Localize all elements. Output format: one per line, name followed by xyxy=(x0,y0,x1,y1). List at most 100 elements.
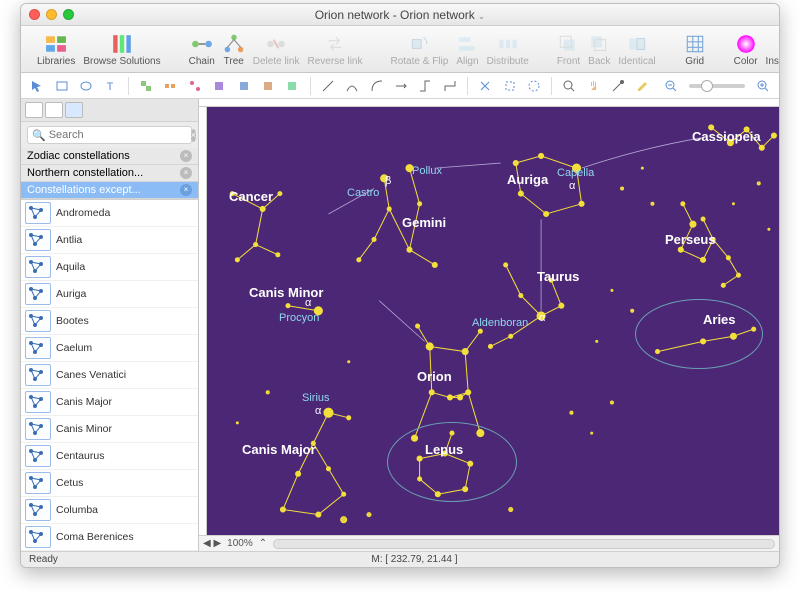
shape-thumb xyxy=(25,202,51,224)
label-procyon: Procyon xyxy=(279,312,319,324)
hscrollbar[interactable] xyxy=(273,539,775,549)
zoom-in-icon[interactable] xyxy=(753,76,773,96)
snap-tool-3[interactable] xyxy=(524,76,544,96)
category-row[interactable]: Zodiac constellations× xyxy=(21,148,198,165)
ellipse-tool[interactable] xyxy=(76,76,96,96)
snap-tool-2[interactable] xyxy=(499,76,519,96)
minimize-icon[interactable] xyxy=(46,9,57,20)
shape-item[interactable]: Centaurus xyxy=(21,443,198,470)
text-tool[interactable]: T xyxy=(100,76,120,96)
line-tool[interactable] xyxy=(317,76,337,96)
search-input[interactable] xyxy=(49,129,191,141)
label-aldenboran: Aldenboran xyxy=(472,317,528,329)
close-icon[interactable]: × xyxy=(180,167,192,179)
front-button[interactable]: Front xyxy=(553,33,584,67)
view-search-button[interactable] xyxy=(65,102,83,118)
pencil-tool[interactable] xyxy=(632,76,652,96)
view-grid-button[interactable] xyxy=(45,102,63,118)
shape-item[interactable]: Columba xyxy=(21,497,198,524)
reverse-link-icon xyxy=(324,33,346,55)
zoom-out-icon[interactable] xyxy=(661,76,681,96)
tree-button[interactable]: Tree xyxy=(219,33,249,67)
identical-button[interactable]: Identical xyxy=(614,33,659,67)
identical-icon xyxy=(626,33,648,55)
chain-button[interactable]: Chain xyxy=(185,33,219,67)
grid-icon xyxy=(684,33,706,55)
chevron-down-icon[interactable]: ⌄ xyxy=(478,11,486,21)
back-icon xyxy=(588,33,610,55)
browse-button[interactable]: Browse Solutions xyxy=(79,33,164,67)
shape-thumb xyxy=(25,337,51,359)
shape-name: Auriga xyxy=(56,288,86,300)
zoom-level[interactable]: 100% xyxy=(227,538,253,549)
view-list-button[interactable] xyxy=(25,102,43,118)
rotate-icon xyxy=(408,33,430,55)
shape-tool-1[interactable] xyxy=(136,76,156,96)
clear-search-icon[interactable]: × xyxy=(191,129,196,142)
label-cancer: Cancer xyxy=(229,189,273,204)
main-toolbar: Libraries Browse Solutions Chain Tree De… xyxy=(21,26,779,73)
libraries-button[interactable]: Libraries xyxy=(33,33,79,67)
zoom-tool[interactable] xyxy=(559,76,579,96)
app-window: Orion network - Orion network⌄ Libraries… xyxy=(20,3,780,568)
shape-item[interactable]: Auriga xyxy=(21,281,198,308)
close-icon[interactable]: × xyxy=(180,150,192,162)
shape-thumb xyxy=(25,364,51,386)
shape-thumb xyxy=(25,472,51,494)
front-icon xyxy=(557,33,579,55)
grid-button[interactable]: Grid xyxy=(680,33,710,67)
category-row[interactable]: Constellations except...× xyxy=(21,182,198,199)
zoom-chevron-icon[interactable]: ⌃ xyxy=(259,538,267,549)
hand-tool[interactable] xyxy=(584,76,604,96)
shape-name: Bootes xyxy=(56,315,89,327)
close-icon[interactable]: × xyxy=(180,184,192,196)
canvas[interactable]: Cassiopeia Perseus Auriga Capella α Gemi… xyxy=(207,107,779,535)
ruler-vertical xyxy=(199,107,207,535)
shape-tool-2[interactable] xyxy=(160,76,180,96)
shape-item[interactable]: Coma Berenices xyxy=(21,524,198,551)
pointer-tool[interactable] xyxy=(27,76,47,96)
shape-tool-5[interactable] xyxy=(233,76,253,96)
color-button[interactable]: Color xyxy=(730,33,762,67)
shape-item[interactable]: Canis Minor xyxy=(21,416,198,443)
page-nav[interactable]: ◀ ▶ xyxy=(203,538,221,549)
shape-tool-3[interactable] xyxy=(184,76,204,96)
snap-tool-1[interactable] xyxy=(475,76,495,96)
delete-link-button[interactable]: Delete link xyxy=(249,33,304,67)
arc-tool[interactable] xyxy=(366,76,386,96)
curve-tool[interactable] xyxy=(342,76,362,96)
shape-tool-7[interactable] xyxy=(282,76,302,96)
connector-tool-3[interactable] xyxy=(440,76,460,96)
label-perseus: Perseus xyxy=(665,232,716,247)
shape-item[interactable]: Bootes xyxy=(21,308,198,335)
shape-item[interactable]: Antlia xyxy=(21,227,198,254)
statusbar: Ready M: [ 232.79, 21.44 ] xyxy=(21,551,779,567)
zoom-icon[interactable] xyxy=(63,9,74,20)
reverse-link-button[interactable]: Reverse link xyxy=(303,33,366,67)
back-button[interactable]: Back xyxy=(584,33,614,67)
rotate-button[interactable]: Rotate & Flip xyxy=(387,33,453,67)
category-row[interactable]: Northern constellation...× xyxy=(21,165,198,182)
search-box[interactable]: 🔍 × xyxy=(27,126,192,144)
browse-icon xyxy=(111,33,133,55)
inspectors-button[interactable]: i Inspectors xyxy=(762,33,780,67)
close-icon[interactable] xyxy=(29,9,40,20)
shape-item[interactable]: Andromeda xyxy=(21,200,198,227)
canvas-area: Cassiopeia Perseus Auriga Capella α Gemi… xyxy=(199,99,779,551)
distribute-button[interactable]: Distribute xyxy=(483,33,533,67)
align-button[interactable]: Align xyxy=(452,33,482,67)
rect-tool[interactable] xyxy=(51,76,71,96)
connector-tool-2[interactable] xyxy=(415,76,435,96)
shape-item[interactable]: Canes Venatici xyxy=(21,362,198,389)
shape-tool-4[interactable] xyxy=(209,76,229,96)
connector-tool-1[interactable] xyxy=(391,76,411,96)
shape-item[interactable]: Canis Major xyxy=(21,389,198,416)
shape-item[interactable]: Cetus xyxy=(21,470,198,497)
label-taurus: Taurus xyxy=(537,269,579,284)
label-capella: Capella xyxy=(557,167,594,179)
eyedropper-tool[interactable] xyxy=(608,76,628,96)
shape-item[interactable]: Aquila xyxy=(21,254,198,281)
shape-tool-6[interactable] xyxy=(258,76,278,96)
shape-item[interactable]: Caelum xyxy=(21,335,198,362)
zoom-slider[interactable] xyxy=(689,84,744,88)
